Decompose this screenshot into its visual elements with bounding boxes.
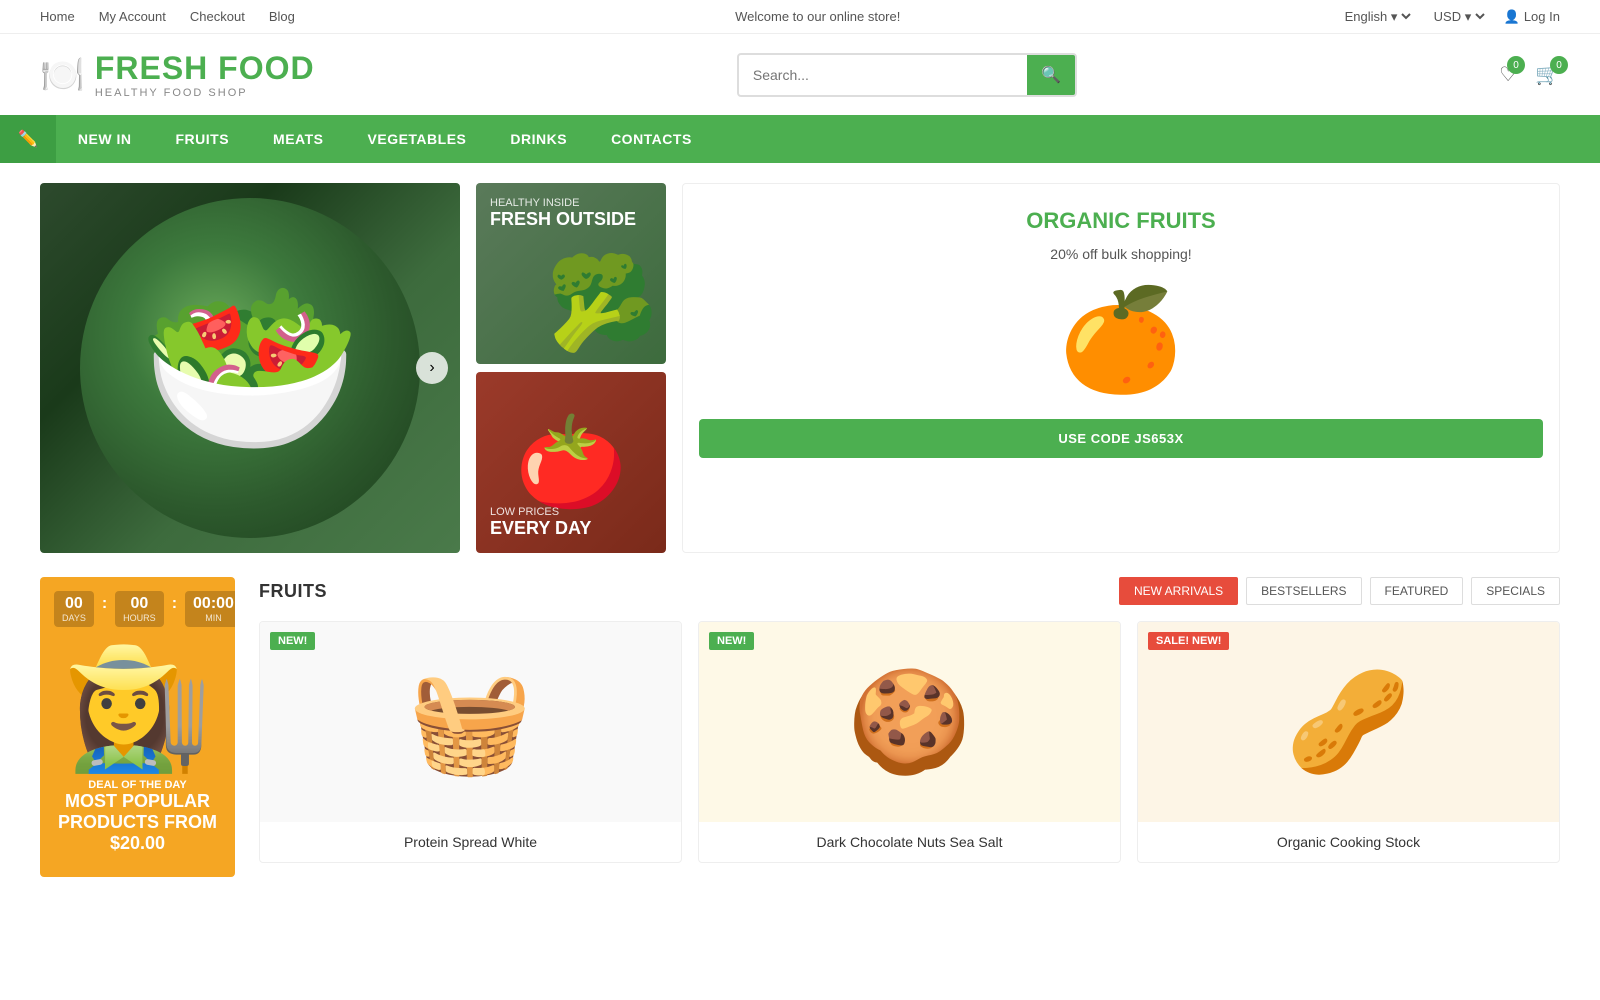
product-info-2: Dark Chocolate Nuts Sea Salt <box>699 822 1120 862</box>
logo-main-text: FRESH FOOD <box>95 50 315 87</box>
product-card: SALE! NEW! 🥜 Organic Cooking Stock <box>1137 621 1560 863</box>
timer-sep1: : <box>100 591 109 613</box>
nav-blog[interactable]: Blog <box>269 9 295 24</box>
nav-meats[interactable]: MEATS <box>251 115 345 163</box>
wishlist-button[interactable]: ♡ 0 <box>1499 62 1517 87</box>
nav-fruits[interactable]: FRUITS <box>153 115 251 163</box>
nav-checkout[interactable]: Checkout <box>190 9 245 24</box>
timer-row: 00 DAYS : 00 HOURS : 00:00 MIN <box>54 591 221 627</box>
banner-bottom-label: LOW PRICES EVERY DAY <box>490 506 591 539</box>
search-button[interactable]: 🔍 <box>1027 55 1075 95</box>
tab-bestsellers[interactable]: BESTSELLERS <box>1246 577 1361 605</box>
login-link[interactable]: 👤 Log In <box>1504 9 1560 25</box>
hero-section: 🥗 › 🥦 HEALTHY INSIDE FRESH OUTSIDE 🍅 LOW… <box>40 183 1560 553</box>
nav-contacts[interactable]: CONTACTS <box>589 115 714 163</box>
timer-min: 00:00 MIN <box>185 591 235 627</box>
nav-my-account[interactable]: My Account <box>99 9 166 24</box>
vegetables-emoji: 🥦 <box>546 251 658 356</box>
promo-button[interactable]: USE CODE JS653X <box>699 419 1543 458</box>
timer-sep2: : <box>170 591 179 613</box>
timer-days: 00 DAYS <box>54 591 94 627</box>
deal-sidebar: 00 DAYS : 00 HOURS : 00:00 MIN 👩‍🌾 <box>40 577 235 877</box>
product-name-2: Dark Chocolate Nuts Sea Salt <box>711 834 1108 850</box>
banner-bottom-main: EVERY DAY <box>490 518 591 539</box>
nav-new-in[interactable]: NEW IN <box>56 115 154 163</box>
top-bar: Home My Account Checkout Blog Welcome to… <box>0 0 1600 34</box>
banner-top-sub: HEALTHY INSIDE <box>490 197 636 209</box>
banner-bottom[interactable]: 🍅 LOW PRICES EVERY DAY <box>476 372 666 553</box>
deal-person-emoji: 👩‍🌾 <box>40 639 235 779</box>
salad-emoji: 🥗 <box>138 263 362 474</box>
banner-bottom-sub: LOW PRICES <box>490 506 591 518</box>
promo-box: ORGANIC FRUITS 20% off bulk shopping! 🍊 … <box>682 183 1560 553</box>
product-info-3: Organic Cooking Stock <box>1138 822 1559 862</box>
deal-label: DEAL OF THE DAY <box>40 779 235 791</box>
promo-sub: 20% off bulk shopping! <box>1050 246 1191 262</box>
timer-hours: 00 HOURS <box>115 591 164 627</box>
user-icon: 👤 <box>1504 9 1520 25</box>
product-name-1: Protein Spread White <box>272 834 669 850</box>
product-emoji-1: 🧺 <box>408 664 533 781</box>
search-input[interactable] <box>739 57 1027 93</box>
products-tabs: NEW ARRIVALS BESTSELLERS FEATURED SPECIA… <box>1119 577 1560 605</box>
salad-visual: 🥗 <box>80 198 420 538</box>
products-title: FRUITS <box>259 581 327 602</box>
product-badge-1: NEW! <box>270 632 315 650</box>
product-badge-3: SALE! NEW! <box>1148 632 1229 650</box>
orange-visual: 🍊 <box>1059 282 1184 399</box>
nav-vegetables[interactable]: VEGETABLES <box>346 115 489 163</box>
top-nav-links: Home My Account Checkout Blog <box>40 9 295 24</box>
product-card: NEW! 🧺 Protein Spread White <box>259 621 682 863</box>
welcome-message: Welcome to our online store! <box>735 9 900 24</box>
products-grid: NEW! 🧺 Protein Spread White NEW! 🍪 Dark … <box>259 621 1560 863</box>
nav-drinks[interactable]: DRINKS <box>488 115 589 163</box>
nav-home[interactable]: Home <box>40 9 75 24</box>
language-selector[interactable]: English ▾ <box>1341 8 1414 25</box>
tomato-emoji: 🍅 <box>515 410 627 515</box>
tab-specials[interactable]: SPECIALS <box>1471 577 1560 605</box>
banner-top-main: FRESH OUTSIDE <box>490 209 636 230</box>
product-info-1: Protein Spread White <box>260 822 681 862</box>
cart-button[interactable]: 🛒 0 <box>1535 62 1560 87</box>
wishlist-count: 0 <box>1507 56 1525 74</box>
product-image-1: NEW! 🧺 <box>260 622 681 822</box>
currency-selector[interactable]: USD ▾ <box>1430 8 1488 25</box>
edit-icon: ✏️ <box>0 115 56 163</box>
top-bar-right: English ▾ USD ▾ 👤 Log In <box>1341 8 1560 25</box>
product-emoji-2: 🍪 <box>847 664 972 781</box>
tab-featured[interactable]: FEATURED <box>1370 577 1464 605</box>
side-banners: 🥦 HEALTHY INSIDE FRESH OUTSIDE 🍅 LOW PRI… <box>476 183 666 553</box>
product-image-3: SALE! NEW! 🥜 <box>1138 622 1559 822</box>
search-bar: 🔍 <box>737 53 1077 97</box>
logo-icon: 🍽️ <box>40 54 85 96</box>
logo-sub-text: HEALTHY FOOD SHOP <box>95 87 315 99</box>
logo-text: FRESH FOOD HEALTHY FOOD SHOP <box>95 50 315 99</box>
product-card: NEW! 🍪 Dark Chocolate Nuts Sea Salt <box>698 621 1121 863</box>
product-name-3: Organic Cooking Stock <box>1150 834 1547 850</box>
slider-next-button[interactable]: › <box>416 352 448 384</box>
header-icons: ♡ 0 🛒 0 <box>1499 62 1560 87</box>
main-nav: ✏️ NEW IN FRUITS MEATS VEGETABLES DRINKS… <box>0 115 1600 163</box>
product-emoji-3: 🥜 <box>1286 664 1411 781</box>
cart-count: 0 <box>1550 56 1568 74</box>
header: 🍽️ FRESH FOOD HEALTHY FOOD SHOP 🔍 ♡ 0 🛒 … <box>0 34 1600 115</box>
deal-desc: MOST POPULAR PRODUCTS FROM $20.00 <box>40 791 235 868</box>
products-main: FRUITS NEW ARRIVALS BESTSELLERS FEATURED… <box>259 577 1560 877</box>
products-header: FRUITS NEW ARRIVALS BESTSELLERS FEATURED… <box>259 577 1560 605</box>
logo[interactable]: 🍽️ FRESH FOOD HEALTHY FOOD SHOP <box>40 50 315 99</box>
banner-top[interactable]: 🥦 HEALTHY INSIDE FRESH OUTSIDE <box>476 183 666 364</box>
banner-top-label: HEALTHY INSIDE FRESH OUTSIDE <box>490 197 636 230</box>
product-image-2: NEW! 🍪 <box>699 622 1120 822</box>
main-content: 🥗 › 🥦 HEALTHY INSIDE FRESH OUTSIDE 🍅 LOW… <box>0 163 1600 897</box>
product-badge-2: NEW! <box>709 632 754 650</box>
products-section: 00 DAYS : 00 HOURS : 00:00 MIN 👩‍🌾 <box>40 577 1560 877</box>
slider-image: 🥗 <box>40 183 460 553</box>
tab-new-arrivals[interactable]: NEW ARRIVALS <box>1119 577 1238 605</box>
main-slider: 🥗 › <box>40 183 460 553</box>
promo-title: ORGANIC FRUITS <box>1026 208 1215 234</box>
